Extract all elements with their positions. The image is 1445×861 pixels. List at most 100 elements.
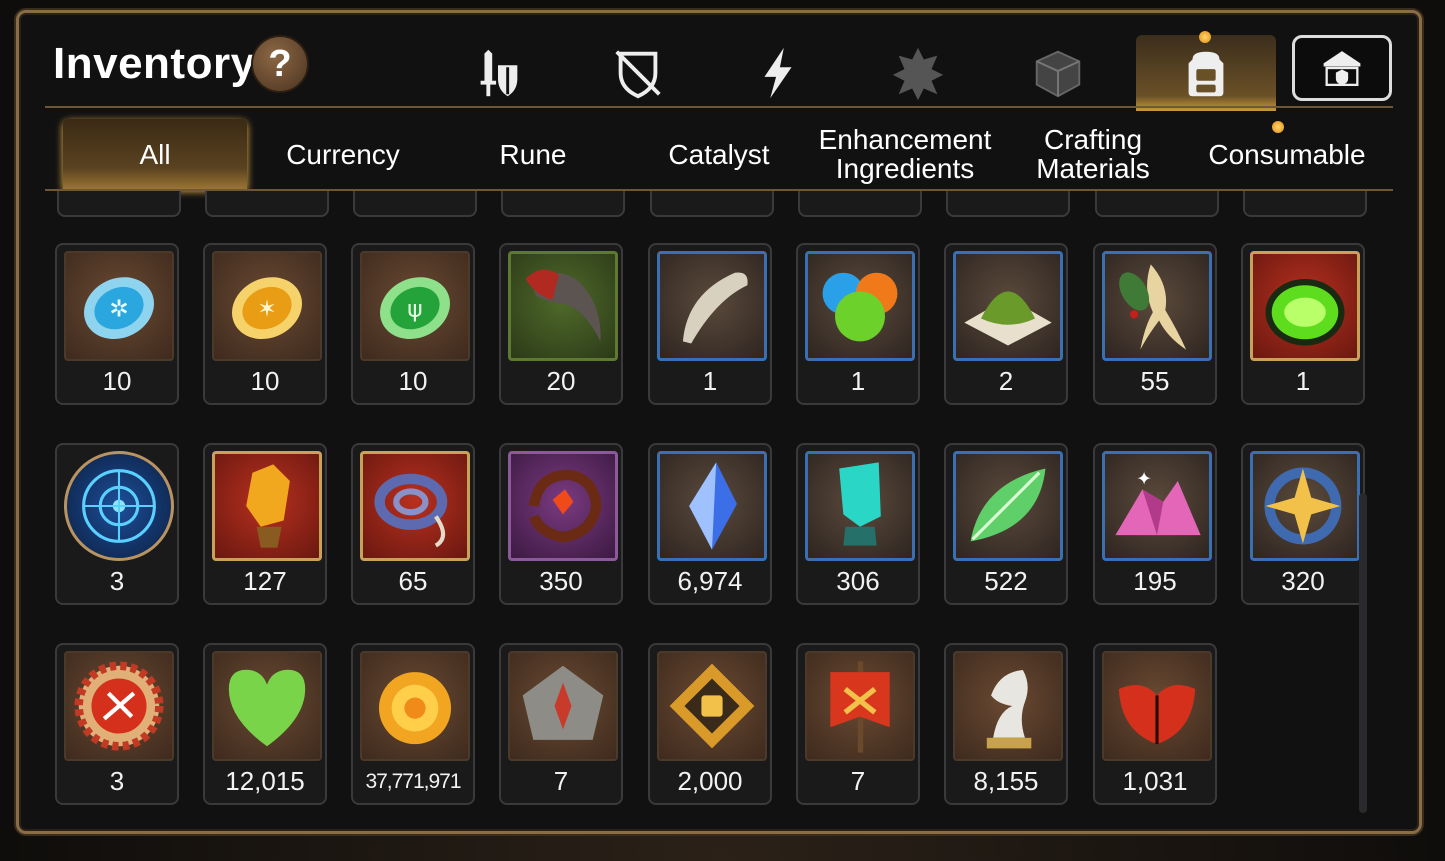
svg-text:ψ: ψ — [407, 296, 422, 323]
subtab-consumable[interactable]: Consumable — [1187, 119, 1387, 189]
ginseng-root-icon — [1119, 264, 1187, 350]
slot-partial — [353, 191, 477, 217]
inventory-panel: Inventory ? All Currency Rune Catalyst E… — [16, 10, 1422, 834]
item-slot[interactable]: 37,771,971 — [351, 643, 475, 805]
tab-guild[interactable] — [1292, 35, 1392, 101]
item-slot[interactable]: 55 — [1093, 243, 1217, 405]
coiled-rope-icon — [374, 473, 448, 548]
item-slot[interactable]: 20 — [499, 243, 623, 405]
subtab-bar: All Currency Rune Catalyst Enhancement I… — [45, 119, 1393, 189]
item-count: 37,771,971 — [365, 770, 461, 793]
tab-equipment[interactable] — [433, 35, 563, 111]
help-button[interactable]: ? — [251, 35, 309, 93]
item-slot[interactable]: 1 — [1241, 243, 1365, 405]
item-slot[interactable]: ✶ 10 — [203, 243, 327, 405]
item-slot[interactable]: 7 — [796, 643, 920, 805]
item-count: 195 — [1133, 566, 1177, 596]
item-slot[interactable]: 350 — [499, 443, 623, 605]
item-slot[interactable]: 2,000 — [648, 643, 772, 805]
subtab-catalyst[interactable]: Catalyst — [633, 119, 805, 189]
item-slot[interactable]: ✦ 195 — [1093, 443, 1217, 605]
red-leaf-icon — [1118, 684, 1196, 745]
item-count: 3 — [109, 766, 125, 796]
tab-inventory[interactable] — [1136, 35, 1276, 111]
green-leaf-icon — [970, 468, 1046, 542]
green-potion-icon — [1265, 278, 1345, 346]
slot-partial — [650, 191, 774, 217]
slot-partial — [946, 191, 1070, 217]
pink-ore-icon: ✦ — [1115, 469, 1201, 536]
item-slot[interactable]: 127 — [203, 443, 327, 605]
item-slot[interactable]: ✲ 10 — [55, 243, 179, 405]
subtab-enhancement-ingredients[interactable]: Enhancement Ingredients — [815, 119, 995, 189]
slot-partial — [1095, 191, 1219, 217]
item-count: 10 — [250, 366, 280, 396]
tab-defense[interactable] — [573, 35, 703, 111]
item-count: 10 — [102, 366, 132, 396]
item-count: 10 — [398, 366, 428, 396]
slot-partial — [57, 191, 181, 217]
item-slot[interactable]: ψ 10 — [351, 243, 475, 405]
subtab-crafting-materials[interactable]: Crafting Materials — [1013, 119, 1173, 189]
item-count: 12,015 — [225, 766, 305, 796]
item-count: 7 — [850, 766, 866, 796]
blue-gem-icon — [689, 462, 737, 550]
item-slot[interactable]: 320 — [1241, 443, 1365, 605]
item-count: 1 — [850, 366, 866, 396]
compass-stone-icon — [522, 665, 604, 740]
item-count: 2,000 — [677, 766, 743, 796]
item-slot[interactable]: 2 — [944, 243, 1068, 405]
item-count: 65 — [398, 566, 428, 596]
scrollbar[interactable] — [1359, 493, 1367, 813]
item-count: 306 — [836, 566, 880, 596]
svg-text:✦: ✦ — [1136, 469, 1152, 490]
item-count: 350 — [539, 566, 583, 596]
tab-emblem[interactable] — [853, 35, 983, 111]
slime-orbs-icon — [822, 272, 898, 342]
item-slot[interactable]: 7 — [499, 643, 623, 805]
fist-emblem-icon — [669, 663, 755, 749]
green-heart-icon — [228, 669, 306, 747]
slot-partial — [501, 191, 625, 217]
item-slot[interactable]: 8,155 — [944, 643, 1068, 805]
gold-coin-icon — [378, 672, 452, 745]
notification-dot — [1272, 121, 1284, 133]
item-slot[interactable]: 6,974 — [648, 443, 772, 605]
item-count: 320 — [1281, 566, 1325, 596]
item-slot[interactable]: 1 — [648, 243, 772, 405]
blue-frost-rune-icon: ✲ — [84, 277, 154, 340]
subtab-all[interactable]: All — [63, 119, 247, 189]
yellow-lightning-rune-icon: ✶ — [232, 277, 302, 340]
subtab-currency[interactable]: Currency — [257, 119, 429, 189]
item-count: 522 — [984, 566, 1028, 596]
chess-knight-icon — [986, 669, 1032, 749]
header-divider — [45, 106, 1393, 108]
red-charm-icon — [528, 469, 602, 543]
item-slot[interactable]: 306 — [796, 443, 920, 605]
item-slot[interactable]: 3 — [55, 643, 179, 805]
item-slot[interactable]: 65 — [351, 443, 475, 605]
item-slot[interactable]: 522 — [944, 443, 1068, 605]
svg-text:✲: ✲ — [109, 296, 129, 323]
item-count: 8,155 — [973, 766, 1039, 796]
fang-icon — [682, 272, 748, 344]
tab-skill[interactable] — [713, 35, 843, 111]
subtab-rune[interactable]: Rune — [447, 119, 619, 189]
item-count: 1 — [1295, 366, 1311, 396]
item-count: 55 — [1140, 366, 1170, 396]
item-count: 127 — [243, 566, 287, 596]
slot-partial — [205, 191, 329, 217]
blue-magic-circle-icon — [82, 469, 156, 543]
item-slot[interactable]: 12,015 — [203, 643, 327, 805]
item-slot[interactable]: 1 — [796, 243, 920, 405]
tab-cube[interactable] — [993, 35, 1123, 111]
slot-partial — [1243, 191, 1367, 217]
page-title: Inventory — [53, 39, 256, 88]
item-count: 7 — [553, 766, 569, 796]
item-slot[interactable]: 1,031 — [1093, 643, 1217, 805]
green-nature-rune-icon: ψ — [380, 277, 450, 340]
notification-dot — [1199, 31, 1211, 43]
item-count: 6,974 — [677, 566, 743, 596]
item-slot[interactable]: 3 — [55, 443, 179, 605]
item-count: 1 — [702, 366, 718, 396]
